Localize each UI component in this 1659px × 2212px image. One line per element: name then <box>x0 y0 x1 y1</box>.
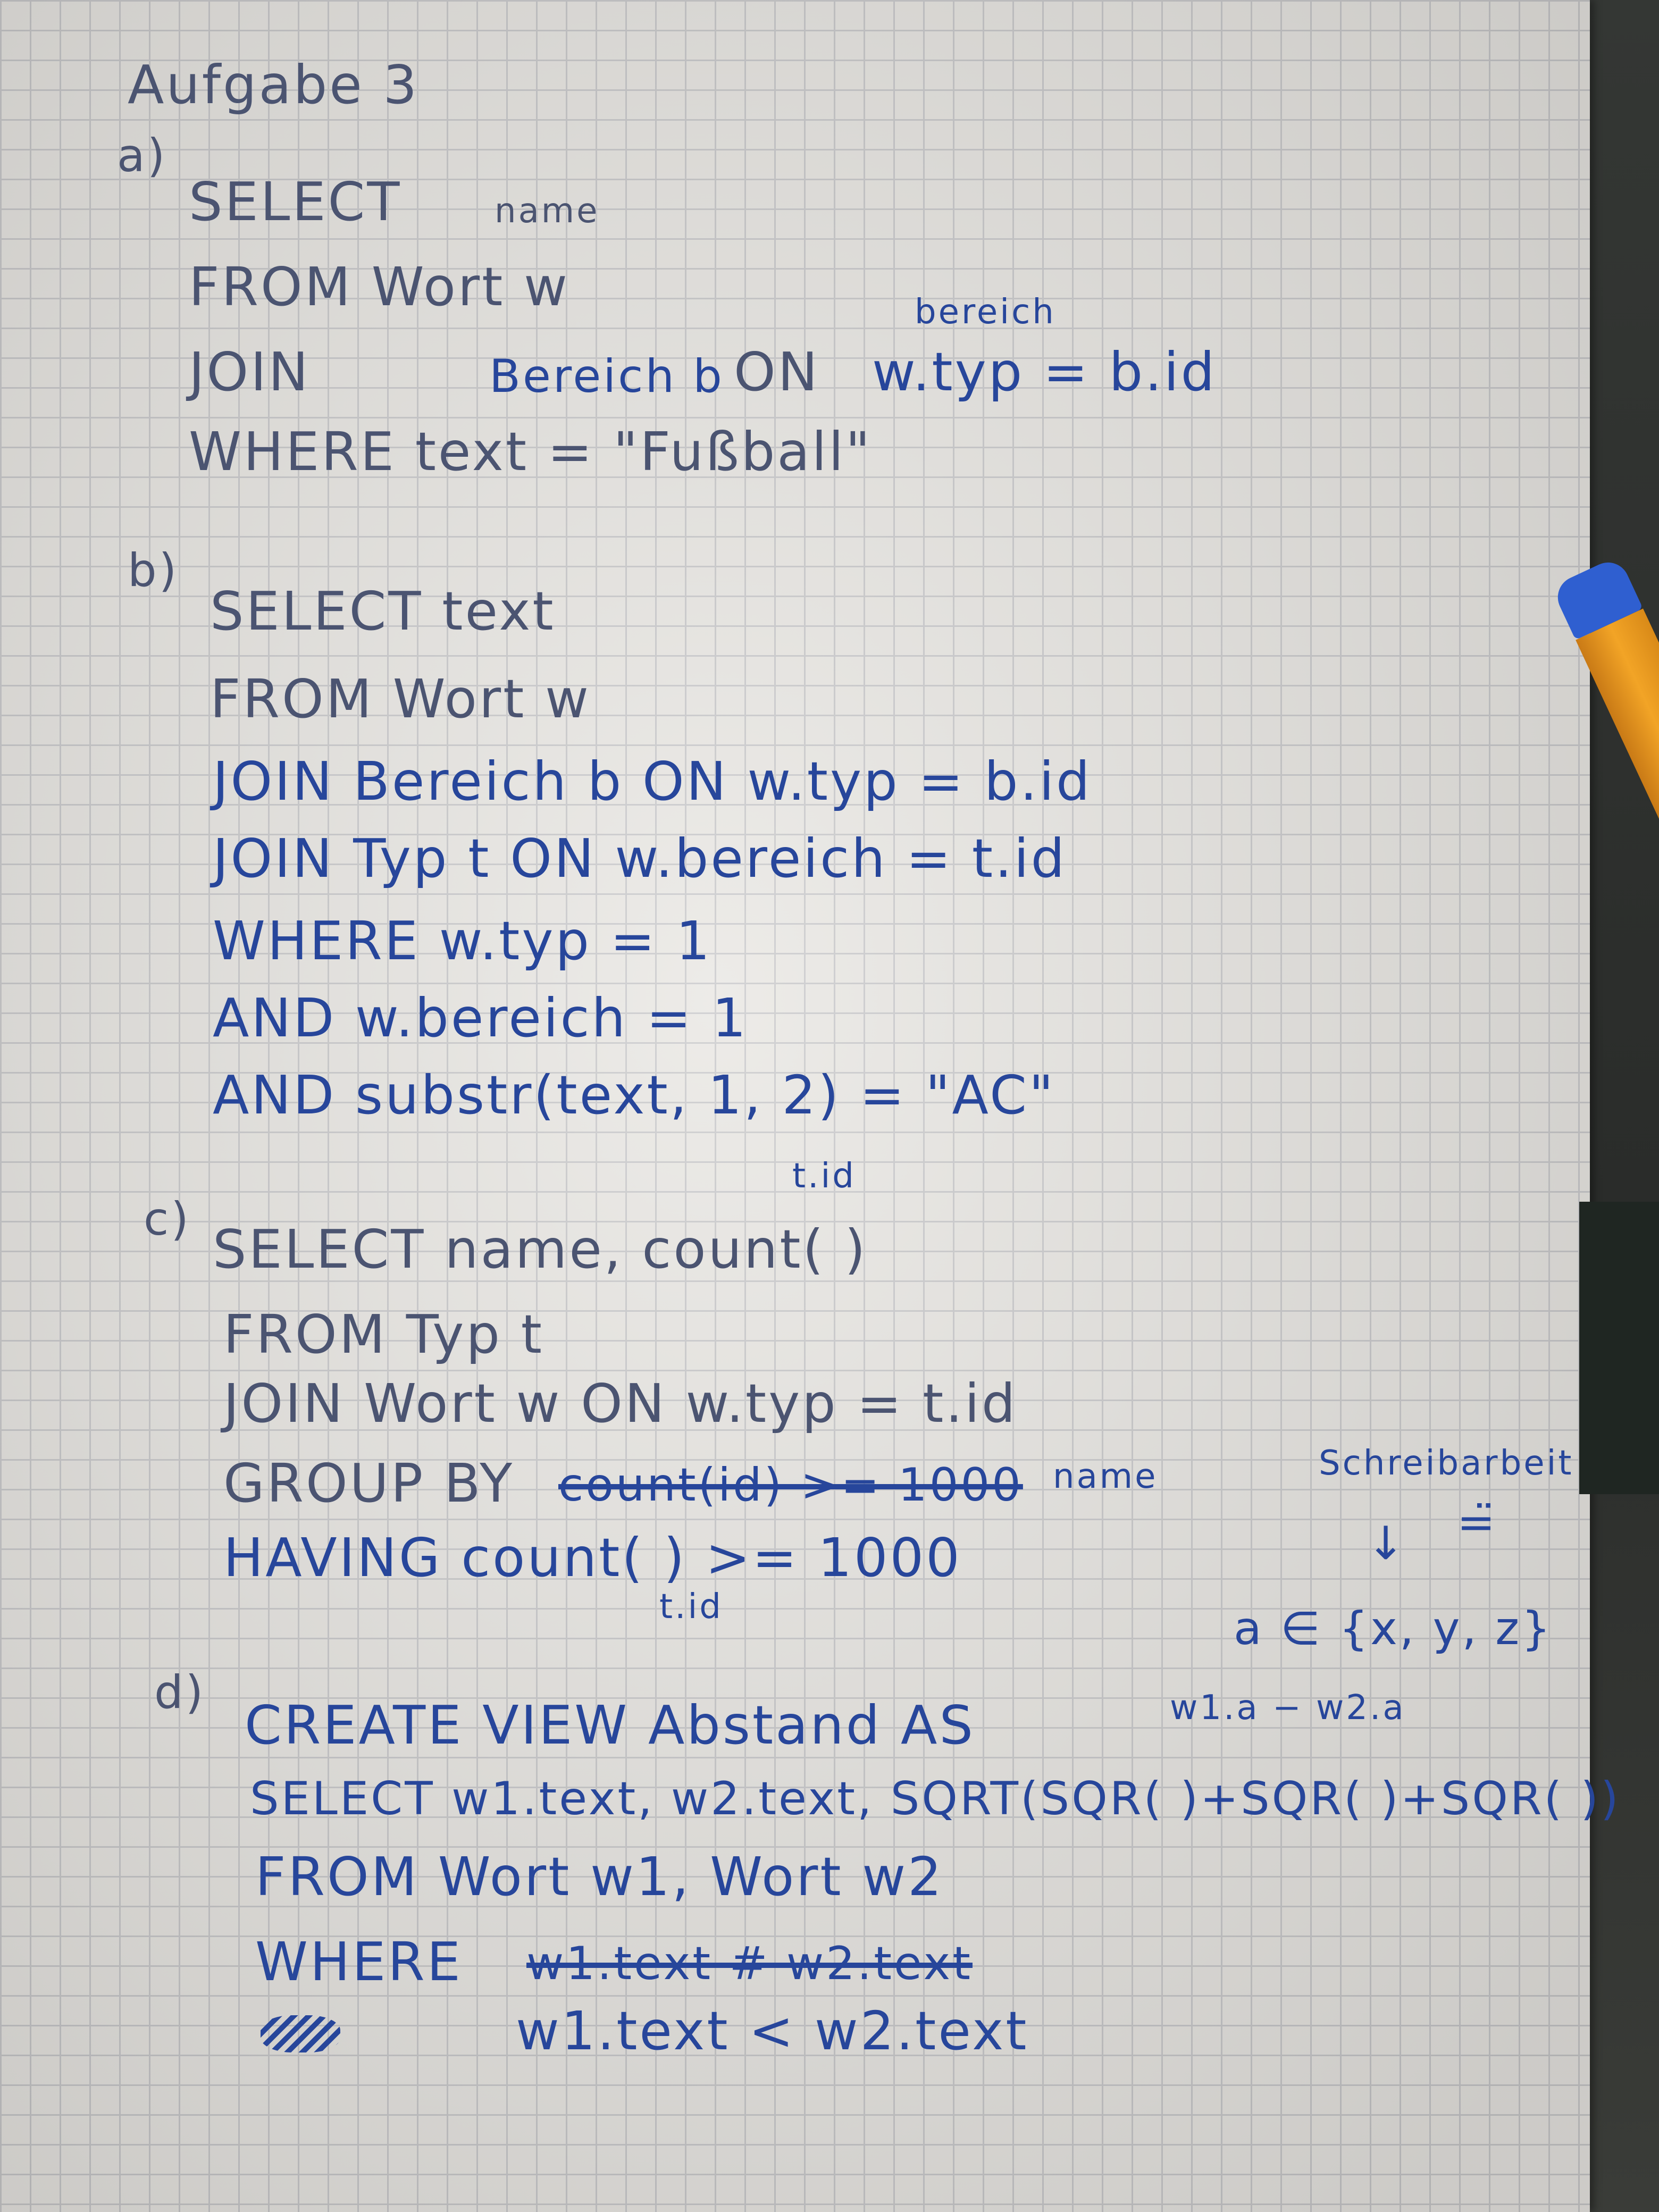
side-note-word: Schreibarbeit <box>1319 1444 1574 1483</box>
a-where: WHERE text = "Fußball" <box>189 421 873 483</box>
a-from: FROM Wort w <box>189 256 569 318</box>
a-join-table: Bereich b <box>489 350 724 403</box>
d-where: WHERE <box>255 1931 463 1993</box>
d-select: SELECT w1.text, w2.text, SQRT(SQR( )+SQR… <box>250 1772 1621 1825</box>
label-a: a) <box>117 129 167 182</box>
label-d: d) <box>154 1666 206 1719</box>
d-cond: w1.text < w2.text <box>516 2000 1029 2062</box>
a-select-col: name <box>495 191 600 231</box>
side-note-arrow: ↓ <box>1367 1517 1407 1570</box>
b-line-1: SELECT text <box>210 580 556 642</box>
a-insert-bereich: bereich <box>915 292 1056 332</box>
b-line-7: AND substr(text, 1, 2) = "AC" <box>213 1064 1055 1126</box>
c-group-kw: GROUP BY <box>223 1452 515 1514</box>
a-select: SELECT <box>189 171 402 233</box>
page-title: Aufgabe 3 <box>128 54 420 116</box>
graph-paper-sheet: Aufgabe 3 a) SELECT name FROM Wort w ber… <box>0 0 1619 2212</box>
c-group-col: name <box>1053 1457 1158 1496</box>
c-from: FROM Typ t <box>223 1303 544 1365</box>
c-insert-bottom: t.id <box>659 1587 723 1627</box>
side-note-set: a ∈ {x, y, z} <box>1234 1602 1553 1655</box>
side-note-symbol: =̈ <box>1457 1496 1498 1549</box>
b-line-4: JOIN Typ t ON w.bereich = t.id <box>213 827 1067 890</box>
side-note-diff: w1.a − w2.a <box>1170 1688 1406 1728</box>
c-having: HAVING count( ) >= 1000 <box>223 1527 962 1589</box>
b-line-3: JOIN Bereich b ON w.typ = b.id <box>213 750 1092 812</box>
c-join: JOIN Wort w ON w.typ = t.id <box>223 1372 1018 1435</box>
a-join-kw: JOIN <box>189 341 311 403</box>
d-where-struck: w1.text # w2.text <box>526 1937 973 1990</box>
c-insert-top: t.id <box>792 1157 856 1196</box>
label-c: c) <box>144 1193 191 1246</box>
dark-card <box>1579 1202 1659 1494</box>
a-on-cond: w.typ = b.id <box>872 341 1217 403</box>
c-select: SELECT name, count( ) <box>213 1218 868 1280</box>
a-on-kw: ON <box>734 341 820 403</box>
d-create: CREATE VIEW Abstand AS <box>245 1694 975 1756</box>
b-line-6: AND w.bereich = 1 <box>213 987 748 1049</box>
c-group-struck: count(id) >= 1000 <box>558 1459 1023 1512</box>
b-line-2: FROM Wort w <box>210 668 591 730</box>
d-scribble <box>261 2015 340 2052</box>
b-line-5: WHERE w.typ = 1 <box>213 910 712 972</box>
d-from: FROM Wort w1, Wort w2 <box>255 1846 944 1908</box>
label-b: b) <box>128 544 179 597</box>
